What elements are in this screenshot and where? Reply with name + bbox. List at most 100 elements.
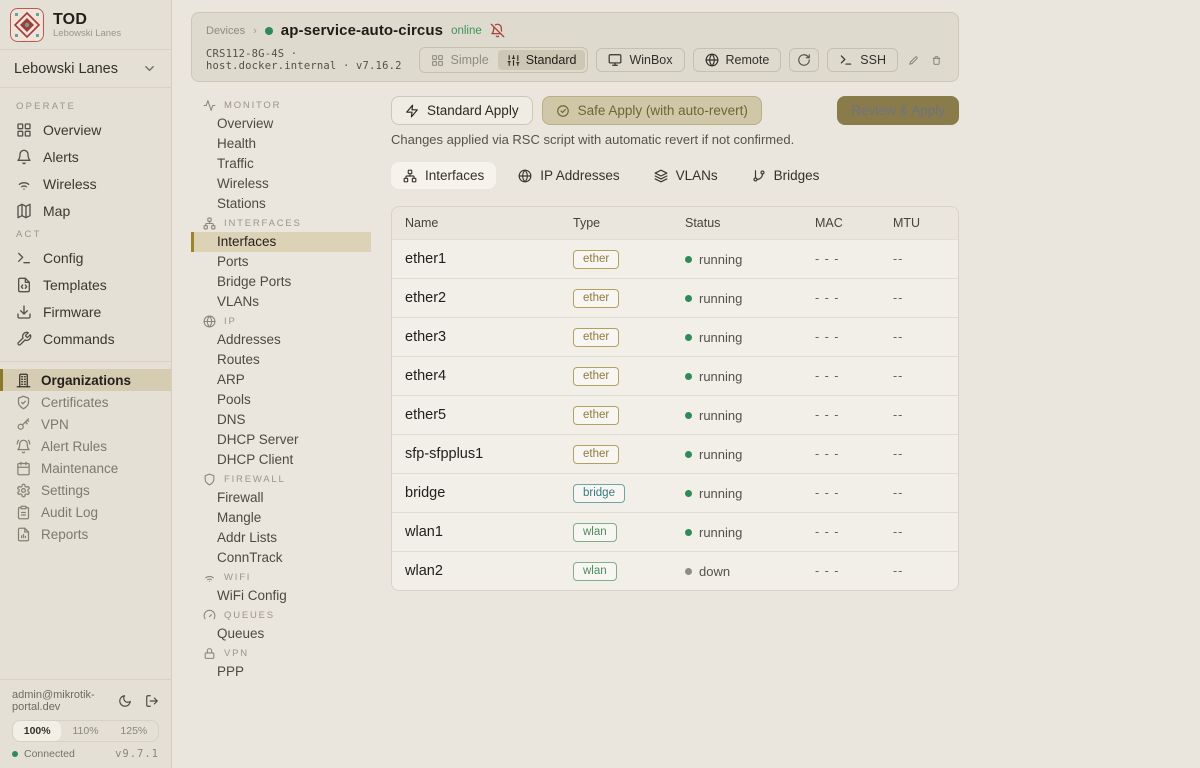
sidebar-item-organizations[interactable]: Organizations bbox=[0, 369, 171, 391]
sidebar-item-alerts[interactable]: Alerts bbox=[0, 143, 171, 170]
network-icon bbox=[203, 217, 216, 230]
subnav-item-wireless[interactable]: Wireless bbox=[191, 174, 371, 194]
delete-device-button[interactable] bbox=[929, 53, 944, 68]
status-dot bbox=[685, 490, 692, 497]
wifi-icon bbox=[16, 176, 32, 192]
subnav-section-label: INTERFACES bbox=[224, 218, 302, 229]
tab-ip-addresses[interactable]: IP Addresses bbox=[506, 162, 631, 189]
status-cell: running bbox=[672, 291, 802, 306]
sidebar-item-audit-log[interactable]: Audit Log bbox=[0, 501, 171, 523]
sidebar-divider bbox=[0, 361, 171, 362]
device-action-winbox[interactable]: WinBox bbox=[596, 48, 684, 72]
mac-cell: - - - bbox=[802, 564, 880, 578]
table-row-ether4[interactable]: ether4 ether running - - - -- bbox=[392, 356, 958, 395]
bell-off-icon[interactable] bbox=[490, 23, 505, 38]
logout-button[interactable] bbox=[145, 694, 159, 708]
sidebar-item-maintenance[interactable]: Maintenance bbox=[0, 457, 171, 479]
subnav-item-queues[interactable]: Queues bbox=[191, 624, 371, 644]
calendar-icon bbox=[16, 461, 31, 476]
view-mode-simple[interactable]: Simple bbox=[422, 50, 497, 70]
safe-apply-button[interactable]: Safe Apply (with auto-revert) bbox=[542, 96, 762, 125]
subnav-item-ppp[interactable]: PPP bbox=[191, 662, 371, 682]
sidebar-item-certificates[interactable]: Certificates bbox=[0, 391, 171, 413]
main-area: Devices › ap-service-auto-circus online … bbox=[172, 0, 1200, 768]
status-cell: running bbox=[672, 369, 802, 384]
sidebar-item-label: Alerts bbox=[43, 149, 79, 165]
review-apply-button[interactable]: Review & Apply bbox=[837, 96, 959, 125]
subnav-item-dns[interactable]: DNS bbox=[191, 410, 371, 430]
subnav-item-conntrack[interactable]: ConnTrack bbox=[191, 548, 371, 568]
ui-zoom-option-110[interactable]: 110% bbox=[61, 721, 109, 741]
subnav-item-wifi-config[interactable]: WiFi Config bbox=[191, 586, 371, 606]
table-row-ether5[interactable]: ether5 ether running - - - -- bbox=[392, 395, 958, 434]
table-row-ether1[interactable]: ether1 ether running - - - -- bbox=[392, 239, 958, 278]
sidebar-item-settings[interactable]: Settings bbox=[0, 479, 171, 501]
edit-device-button[interactable] bbox=[906, 53, 921, 68]
badge-check-icon bbox=[556, 104, 570, 118]
org-selector[interactable]: Lebowski Lanes bbox=[0, 49, 171, 88]
subnav-item-dhcp-client[interactable]: DHCP Client bbox=[191, 450, 371, 470]
mtu-cell: -- bbox=[880, 564, 958, 578]
subnav-item-addr-lists[interactable]: Addr Lists bbox=[191, 528, 371, 548]
tab-vlans[interactable]: VLANs bbox=[642, 162, 730, 189]
sliders-icon bbox=[507, 54, 520, 67]
breadcrumb-devices-link[interactable]: Devices bbox=[206, 25, 245, 37]
type-badge: ether bbox=[573, 328, 619, 347]
tab-interfaces[interactable]: Interfaces bbox=[391, 162, 496, 189]
mtu-cell: -- bbox=[880, 291, 958, 305]
dark-mode-toggle[interactable] bbox=[118, 694, 132, 708]
bell-icon bbox=[16, 149, 32, 165]
app-root: TOD Lebowski Lanes Lebowski Lanes OPERAT… bbox=[0, 0, 1200, 768]
sidebar-item-overview[interactable]: Overview bbox=[0, 116, 171, 143]
column-header: Type bbox=[560, 216, 672, 230]
sidebar-item-map[interactable]: Map bbox=[0, 197, 171, 224]
table-row-wlan1[interactable]: wlan1 wlan running - - - -- bbox=[392, 512, 958, 551]
subnav-item-stations[interactable]: Stations bbox=[191, 194, 371, 214]
ui-zoom-option-125[interactable]: 125% bbox=[110, 721, 158, 741]
table-row-ether3[interactable]: ether3 ether running - - - -- bbox=[392, 317, 958, 356]
subnav-item-firewall[interactable]: Firewall bbox=[191, 488, 371, 508]
subnav-item-interfaces[interactable]: Interfaces bbox=[191, 232, 371, 252]
device-action-remote[interactable]: Remote bbox=[693, 48, 782, 72]
shield-icon bbox=[203, 473, 216, 486]
ui-zoom-option-100[interactable]: 100% bbox=[13, 721, 61, 741]
sidebar-item-templates[interactable]: Templates bbox=[0, 271, 171, 298]
subnav-item-overview[interactable]: Overview bbox=[191, 114, 371, 134]
view-mode-standard[interactable]: Standard bbox=[498, 50, 586, 70]
sidebar-item-commands[interactable]: Commands bbox=[0, 325, 171, 352]
sidebar-item-wireless[interactable]: Wireless bbox=[0, 170, 171, 197]
lock-icon bbox=[203, 647, 216, 660]
subnav-item-ports[interactable]: Ports bbox=[191, 252, 371, 272]
connection-status: Connected bbox=[12, 748, 75, 760]
subnav-section-label: MONITOR bbox=[224, 100, 281, 111]
tab-bridges[interactable]: Bridges bbox=[740, 162, 832, 189]
device-header-card: Devices › ap-service-auto-circus online … bbox=[191, 12, 959, 82]
subnav-item-health[interactable]: Health bbox=[191, 134, 371, 154]
key-icon bbox=[16, 417, 31, 432]
device-action-ssh[interactable]: SSH bbox=[827, 48, 898, 72]
sidebar-item-config[interactable]: Config bbox=[0, 244, 171, 271]
sidebar-item-alert-rules[interactable]: Alert Rules bbox=[0, 435, 171, 457]
table-row-wlan2[interactable]: wlan2 wlan down - - - -- bbox=[392, 551, 958, 590]
subnav-item-arp[interactable]: ARP bbox=[191, 370, 371, 390]
status-cell: running bbox=[672, 486, 802, 501]
subnav-item-bridge-ports[interactable]: Bridge Ports bbox=[191, 272, 371, 292]
table-row-ether2[interactable]: ether2 ether running - - - -- bbox=[392, 278, 958, 317]
subnav-item-addresses[interactable]: Addresses bbox=[191, 330, 371, 350]
refresh-device-button[interactable] bbox=[789, 48, 819, 72]
sidebar-item-label: Alert Rules bbox=[41, 439, 107, 454]
table-row-sfp-sfpplus1[interactable]: sfp-sfpplus1 ether running - - - -- bbox=[392, 434, 958, 473]
sidebar-item-vpn[interactable]: VPN bbox=[0, 413, 171, 435]
sidebar-item-reports[interactable]: Reports bbox=[0, 523, 171, 545]
sidebar-item-firmware[interactable]: Firmware bbox=[0, 298, 171, 325]
subnav-item-traffic[interactable]: Traffic bbox=[191, 154, 371, 174]
connection-dot bbox=[12, 751, 18, 757]
standard-apply-button[interactable]: Standard Apply bbox=[391, 96, 533, 125]
subnav-item-dhcp-server[interactable]: DHCP Server bbox=[191, 430, 371, 450]
subnav-item-pools[interactable]: Pools bbox=[191, 390, 371, 410]
subnav-item-mangle[interactable]: Mangle bbox=[191, 508, 371, 528]
subnav-item-routes[interactable]: Routes bbox=[191, 350, 371, 370]
subnav-item-vlans[interactable]: VLANs bbox=[191, 292, 371, 312]
table-row-bridge[interactable]: bridge bridge running - - - -- bbox=[392, 473, 958, 512]
sidebar: TOD Lebowski Lanes Lebowski Lanes OPERAT… bbox=[0, 0, 172, 768]
